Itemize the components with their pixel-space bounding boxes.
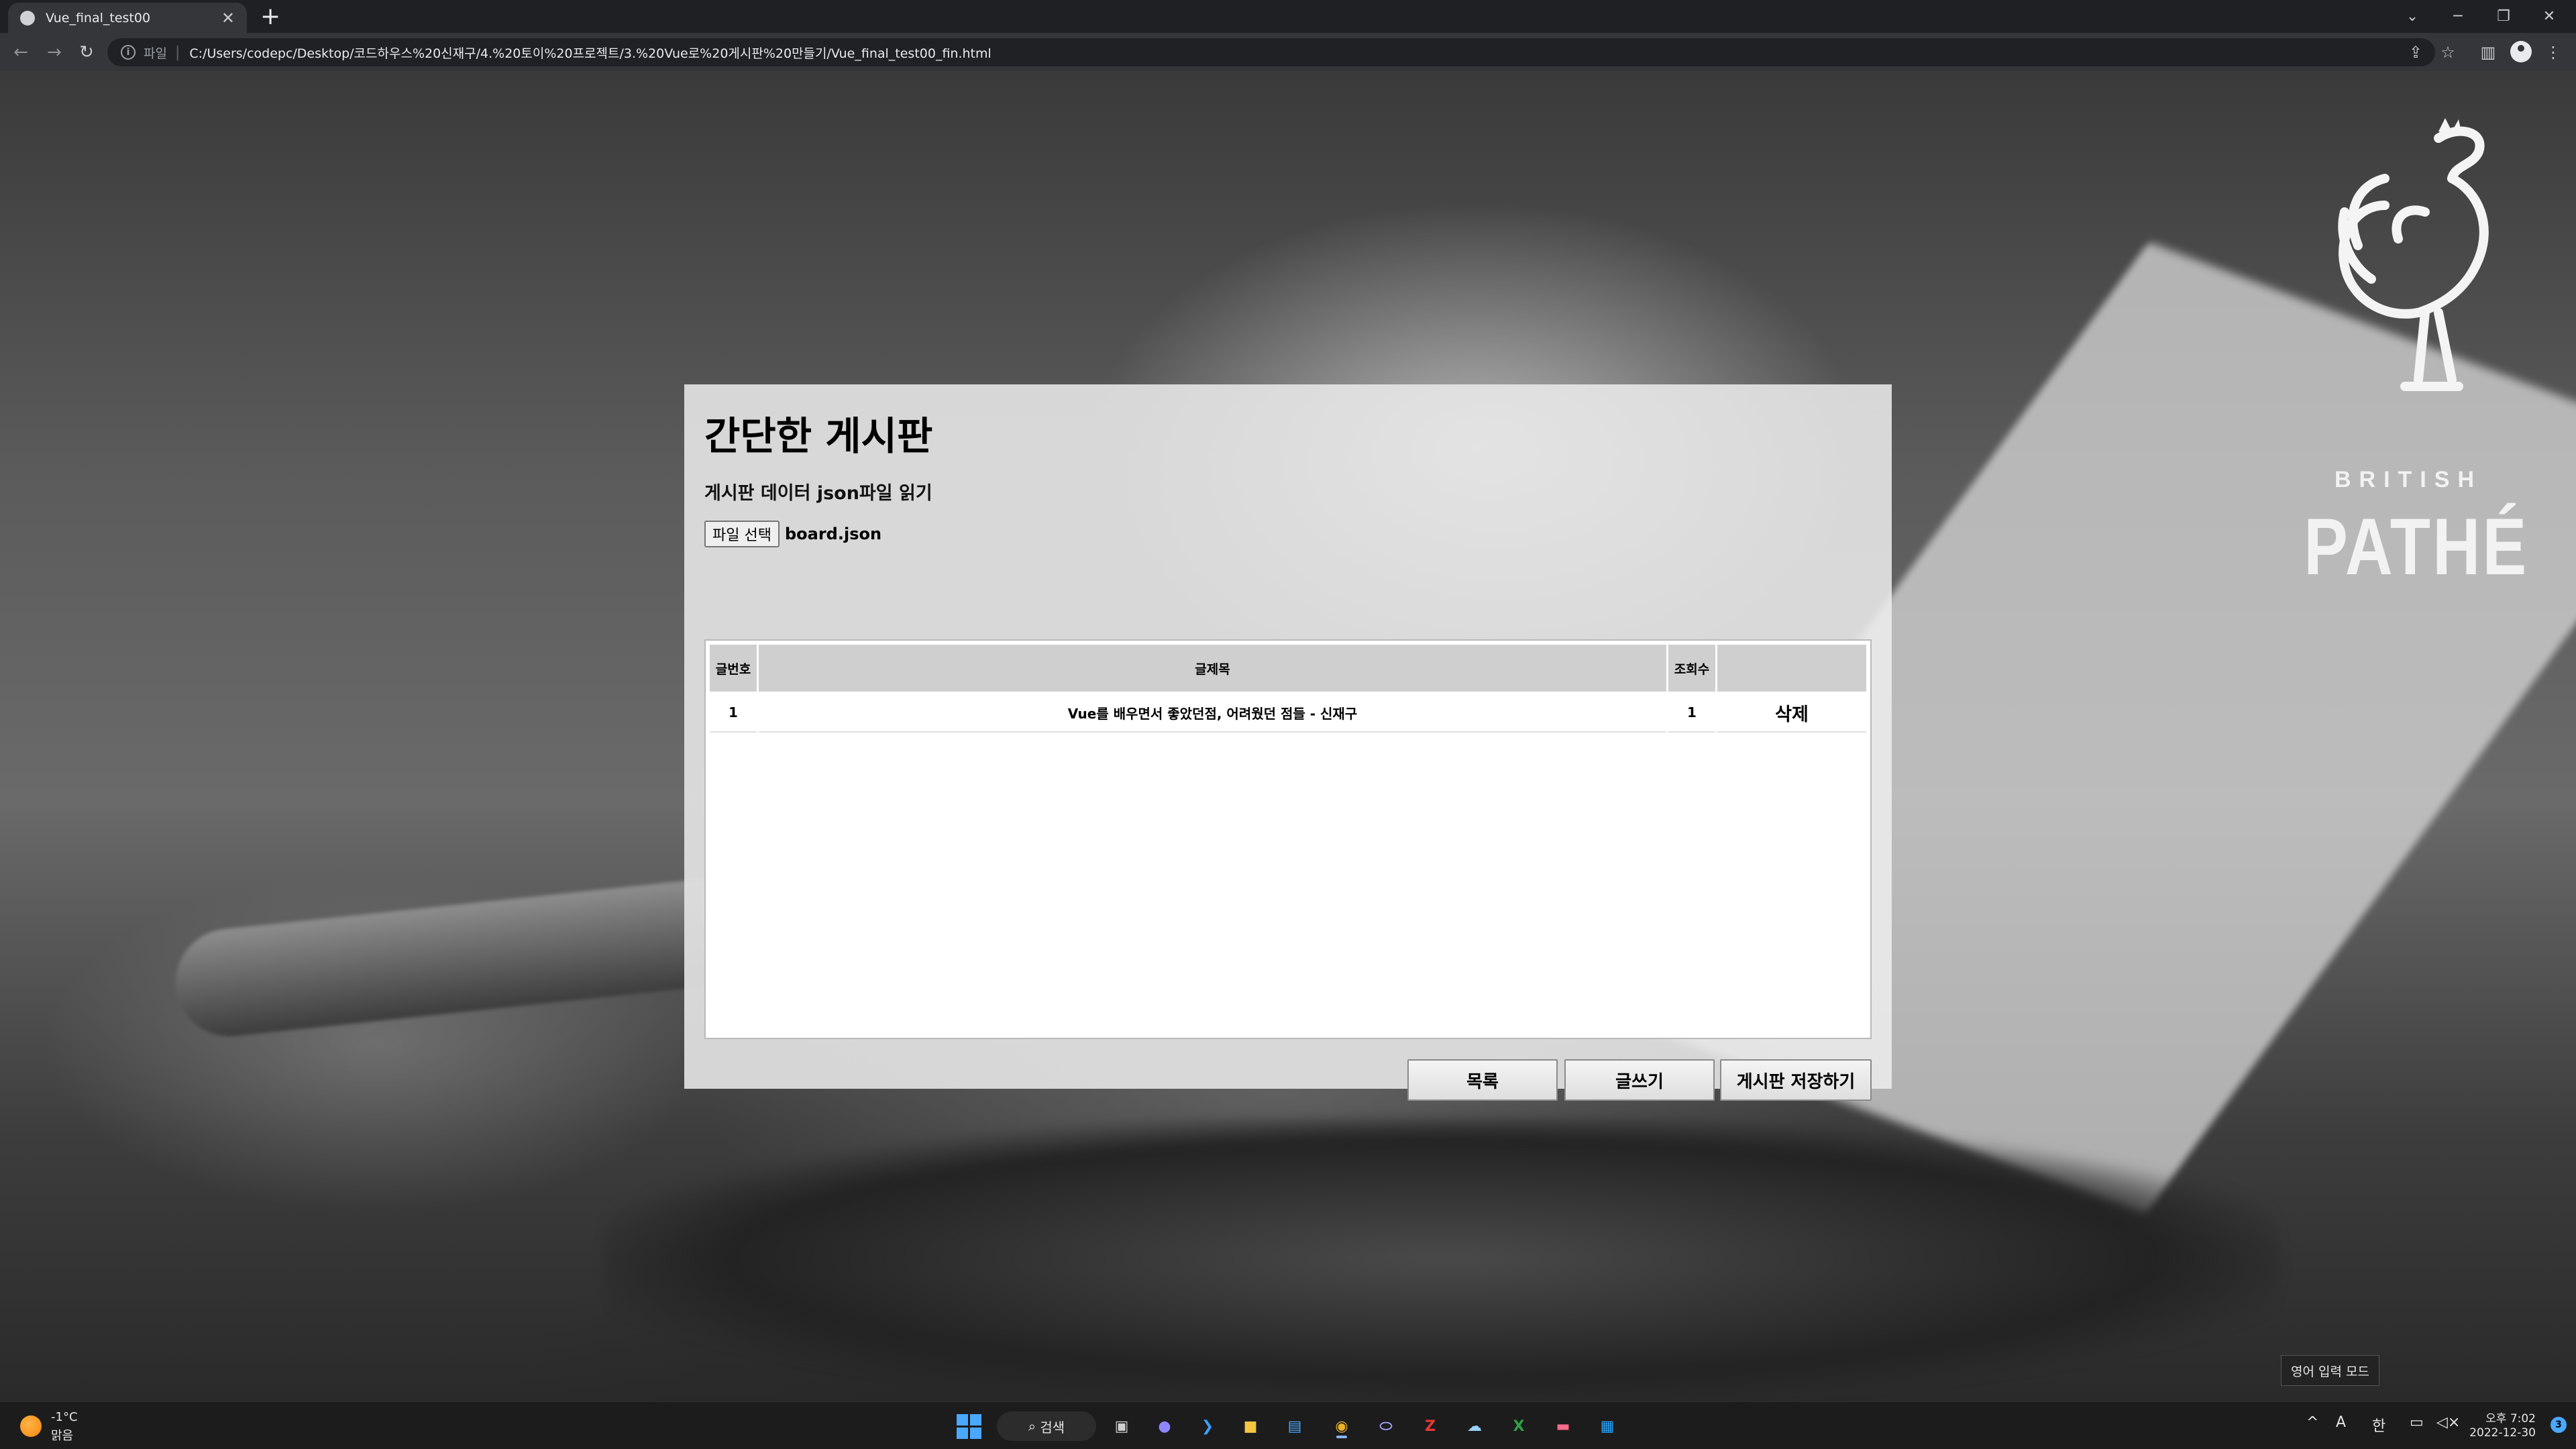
board-panel: 간단한 게시판 게시판 데이터 json파일 읽기 파일 선택 board.js… <box>684 384 1892 1101</box>
clock-time[interactable]: 오후 7:02 <box>2485 1409 2536 1426</box>
background-typewriter <box>604 1118 2281 1399</box>
tray-chevron-icon[interactable]: ^ <box>2306 1414 2318 1431</box>
back-arrow-icon[interactable]: ← <box>8 40 34 65</box>
weather-temperature[interactable]: -1°C <box>51 1410 78 1424</box>
ime-mode-han[interactable]: 한 <box>2372 1414 2385 1436</box>
tab-strip: Vue_final_test00 ✕ + ⌄ ─ ❐ ✕ <box>0 0 2576 33</box>
task-view-icon[interactable]: ▣ <box>1107 1411 1136 1441</box>
table-header-row: 글번호 글제목 조회수 <box>710 645 1866 692</box>
start-windows-icon[interactable] <box>954 1411 983 1441</box>
board-table-container: 글번호 글제목 조회수 1 Vue를 배우면서 좋았던점, 어려웠던 점들 - … <box>704 639 1872 1039</box>
cell-no: 1 <box>710 694 757 733</box>
tab-active[interactable]: Vue_final_test00 ✕ <box>8 3 247 33</box>
vscode-icon[interactable]: ❯ <box>1193 1411 1222 1441</box>
search-icon: ⌕ <box>1028 1418 1040 1434</box>
brand-small-text: BRITISH <box>2334 467 2482 492</box>
column-header-title: 글제목 <box>759 645 1666 692</box>
section-subtitle: 게시판 데이터 json파일 읽기 <box>704 483 932 504</box>
side-panel-icon[interactable]: ▥ <box>2477 42 2499 63</box>
menu-kebab-icon[interactable]: ⋮ <box>2542 42 2564 63</box>
selected-file-name: board.json <box>784 525 882 543</box>
divider: | <box>174 44 180 61</box>
cell-views: 1 <box>1668 694 1715 733</box>
notepad-icon[interactable]: ▤ <box>1280 1411 1309 1441</box>
profile-avatar-icon[interactable] <box>2510 41 2532 62</box>
store-icon[interactable]: ▦ <box>1593 1411 1622 1441</box>
list-button[interactable]: 목록 <box>1407 1059 1558 1101</box>
page-viewport: BRITISH PATHÉ 간단한 게시판 게시판 데이터 json파일 읽기 … <box>0 71 2576 1401</box>
write-button[interactable]: 글쓰기 <box>1564 1059 1715 1101</box>
weather-condition[interactable]: 맑음 <box>51 1426 73 1444</box>
page-title: 간단한 게시판 <box>704 413 933 459</box>
close-window-button[interactable]: ✕ <box>2526 0 2572 33</box>
file-select-button[interactable]: 파일 선택 <box>704 521 780 547</box>
restore-button[interactable]: ❐ <box>2481 0 2526 33</box>
column-header-action <box>1717 645 1866 692</box>
ime-mode-a[interactable]: A <box>2336 1414 2346 1431</box>
toolbar: ← → ↻ i 파일 | C:/Users/codepc/Desktop/코드하… <box>0 33 2576 71</box>
bookmark-star-icon[interactable]: ☆ <box>2437 42 2459 63</box>
info-icon[interactable]: i <box>121 45 136 60</box>
tab-close-icon[interactable]: ✕ <box>221 10 235 26</box>
weather-sun-icon[interactable] <box>20 1415 42 1437</box>
rooster-logo-icon <box>2338 118 2489 391</box>
brand-big-text: PATHÉ <box>2304 502 2529 592</box>
taskbar-search[interactable]: ⌕ 검색 <box>997 1411 1096 1441</box>
ime-mode-tooltip: 영어 입력 모드 <box>2281 1355 2379 1386</box>
volume-muted-icon[interactable]: ◁× <box>2436 1414 2460 1431</box>
filezilla-icon[interactable]: Z <box>1415 1411 1445 1441</box>
url-text[interactable]: C:/Users/codepc/Desktop/코드하우스%20신재구/4.%2… <box>189 44 991 62</box>
table-row[interactable]: 1 Vue를 배우면서 좋았던점, 어려웠던 점들 - 신재구 1 삭제 <box>710 694 1866 733</box>
minimize-button[interactable]: ─ <box>2435 0 2481 33</box>
british-pathe-logo: BRITISH PATHÉ <box>2281 111 2536 594</box>
cloud-app-icon[interactable]: ☁ <box>1460 1411 1489 1441</box>
chat-icon[interactable]: ● <box>1150 1411 1179 1441</box>
tab-search-chevron-icon[interactable]: ⌄ <box>2390 0 2435 33</box>
search-label: 검색 <box>1040 1419 1065 1436</box>
taskbar-app-icon[interactable]: ▬ <box>1548 1411 1578 1441</box>
forward-arrow-icon[interactable]: → <box>42 40 67 65</box>
chrome-icon[interactable]: ◉ <box>1327 1411 1356 1441</box>
board-table: 글번호 글제목 조회수 1 Vue를 배우면서 좋았던점, 어려웠던 점들 - … <box>708 643 1868 735</box>
column-header-no: 글번호 <box>710 645 757 692</box>
column-header-views: 조회수 <box>1668 645 1715 692</box>
reload-icon[interactable]: ↻ <box>74 40 99 65</box>
address-bar[interactable]: i 파일 | C:/Users/codepc/Desktop/코드하우스%20신… <box>107 38 2435 66</box>
share-icon[interactable]: ⇪ <box>2405 42 2426 63</box>
taskbar: -1°C 맑음 ⌕ 검색 ▣ ● ❯ ■ ▤ ◉ ⬭ Z ☁ X ▬ ▦ ^ A… <box>0 1401 2576 1449</box>
delete-button[interactable]: 삭제 <box>1717 694 1866 733</box>
network-icon[interactable]: ▭ <box>2410 1414 2424 1431</box>
new-tab-button[interactable]: + <box>260 5 280 29</box>
excel-icon[interactable]: X <box>1504 1411 1534 1441</box>
tab-title: Vue_final_test00 <box>46 10 151 25</box>
app-icon[interactable]: ⬭ <box>1371 1411 1401 1441</box>
notification-badge[interactable]: 3 <box>2551 1417 2567 1433</box>
save-board-button[interactable]: 게시판 저장하기 <box>1720 1059 1872 1101</box>
clock-date[interactable]: 2022-12-30 <box>2469 1426 2536 1440</box>
cell-title[interactable]: Vue를 배우면서 좋았던점, 어려웠던 점들 - 신재구 <box>759 694 1666 733</box>
file-explorer-icon[interactable]: ■ <box>1236 1411 1265 1441</box>
globe-icon <box>20 10 35 25</box>
file-input: 파일 선택 board.json <box>704 521 881 547</box>
scheme-label: 파일 <box>144 46 167 61</box>
